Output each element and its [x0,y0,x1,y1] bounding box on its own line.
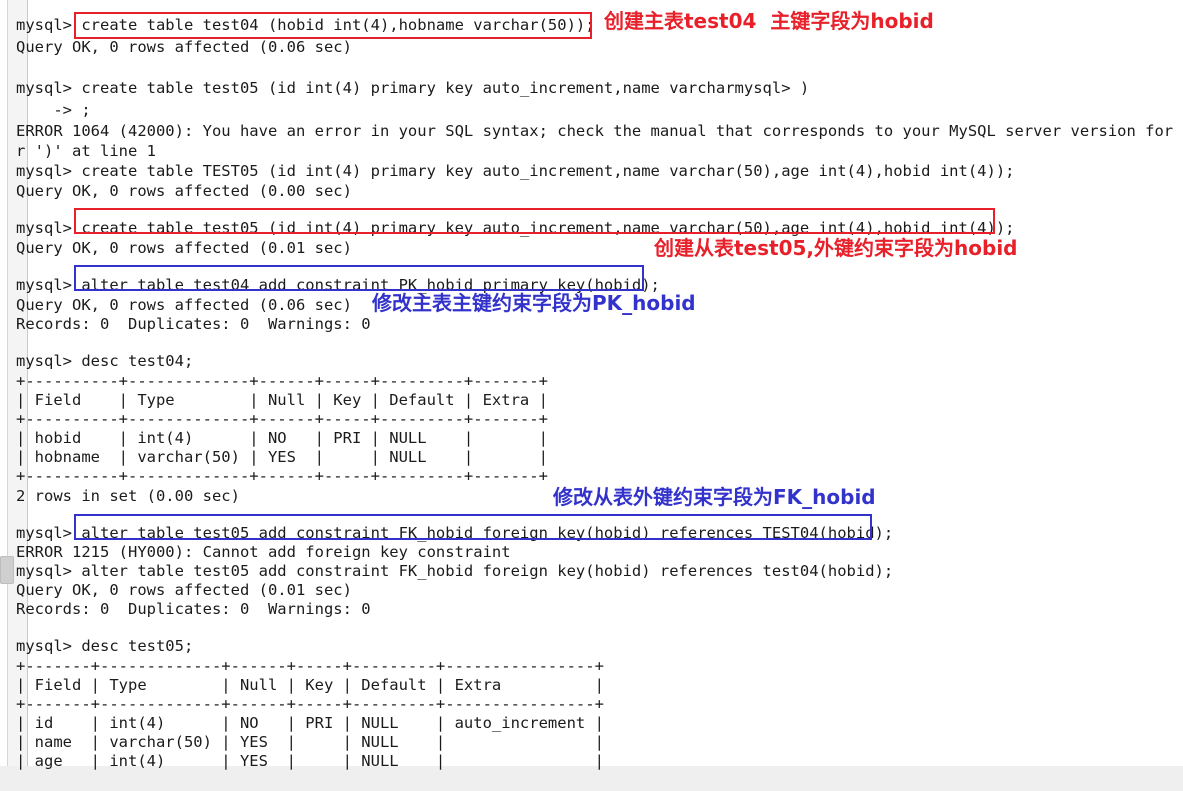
terminal-line: Query OK, 0 rows affected (0.06 sec) [16,38,352,56]
terminal-line: 2 rows in set (0.00 sec) [16,487,240,505]
terminal-line: mysql> create table test04 (hobid int(4)… [16,16,595,34]
terminal-line: r ')' at line 1 [16,142,156,160]
terminal-line: +----------+-------------+------+-----+-… [16,410,548,428]
terminal-line: | hobid | int(4) | NO | PRI | NULL | | [16,429,548,447]
terminal-line: -> ; [16,101,91,119]
terminal-line: Query OK, 0 rows affected (0.01 sec) [16,581,352,599]
terminal-line: mysql> desc test04; [16,352,194,370]
terminal-line: Records: 0 Duplicates: 0 Warnings: 0 [16,600,371,618]
terminal-line: Records: 0 Duplicates: 0 Warnings: 0 [16,315,371,333]
caption-alter-pk: 修改主表主键约束字段为PK_hobid [372,291,696,315]
caption-alter-fk: 修改从表外键约束字段为FK_hobid [553,485,876,509]
mysql-console-panel: mysql> create table test04 (hobid int(4)… [0,0,1183,791]
terminal-line: mysql> create table test05 (id int(4) pr… [16,79,810,97]
terminal-output: mysql> create table test04 (hobid int(4)… [0,0,1183,770]
terminal-line: | hobname | varchar(50) | YES | | NULL |… [16,448,548,466]
terminal-line: | Field | Type | Null | Key | Default | … [16,676,604,694]
terminal-line: | id | int(4) | NO | PRI | NULL | auto_i… [16,714,604,732]
terminal-line: Query OK, 0 rows affected (0.01 sec) [16,239,352,257]
terminal-line: +-------+-------------+------+-----+----… [16,695,604,713]
terminal-line: | age | int(4) | YES | | NULL | | [16,752,604,770]
terminal-line: +----------+-------------+------+-----+-… [16,372,548,390]
terminal-line: ERROR 1215 (HY000): Cannot add foreign k… [16,543,511,561]
terminal-line: mysql> alter table test05 add constraint… [16,562,894,580]
terminal-line: mysql> alter table test05 add constraint… [16,524,894,542]
terminal-line: +-------+-------------+------+-----+----… [16,657,604,675]
terminal-line: Query OK, 0 rows affected (0.00 sec) [16,182,352,200]
terminal-line: ERROR 1064 (42000): You have an error in… [16,122,1183,140]
terminal-line: | Field | Type | Null | Key | Default | … [16,391,548,409]
terminal-line: | name | varchar(50) | YES | | NULL | | [16,733,604,751]
terminal-line: Query OK, 0 rows affected (0.06 sec) [16,296,352,314]
terminal-line: mysql> create table TEST05 (id int(4) pr… [16,162,1015,180]
terminal-line: mysql> desc test05; [16,637,194,655]
terminal-line: +----------+-------------+------+-----+-… [16,467,548,485]
caption-create-master: 创建主表test04 主键字段为hobid [604,9,934,33]
caption-create-slave: 创建从表test05,外键约束字段为hobid [654,236,1018,260]
